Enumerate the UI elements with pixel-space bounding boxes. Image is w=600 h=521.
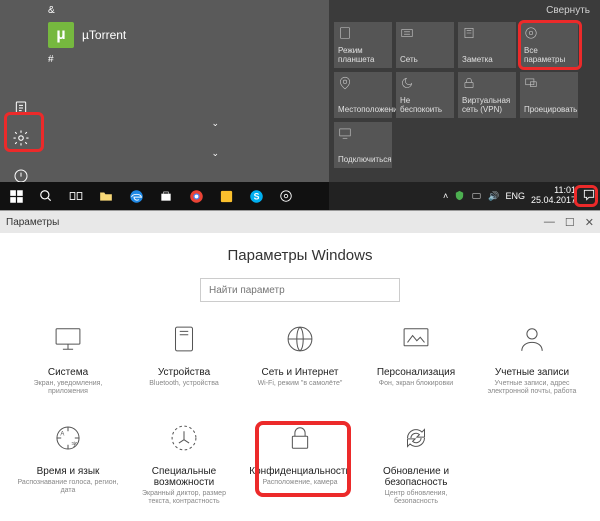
app-tile-utorrent[interactable]: µ µTorrent: [48, 22, 126, 48]
highlight-box: [255, 421, 351, 497]
store-icon[interactable]: [152, 183, 180, 209]
close-button[interactable]: ✕: [585, 216, 594, 229]
search-input[interactable]: [200, 278, 400, 302]
tile-vpn[interactable]: Виртуальная сеть (VPN): [458, 72, 516, 118]
tray-volume-icon[interactable]: 🔊: [488, 191, 499, 202]
category-network[interactable]: Сеть и Интернет Wi-Fi, режим "в самолёте…: [246, 316, 354, 403]
edge-icon[interactable]: [122, 183, 150, 209]
minimize-button[interactable]: —: [544, 216, 555, 229]
category-time-language[interactable]: A字 Время и язык Распознавание голоса, ре…: [14, 415, 122, 513]
start-button[interactable]: [2, 183, 30, 209]
app-icon[interactable]: [212, 183, 240, 209]
tray-network-icon[interactable]: [471, 190, 482, 203]
tray-lang[interactable]: ENG: [505, 191, 525, 201]
taskbar: S: [0, 182, 329, 210]
maximize-button[interactable]: ☐: [565, 216, 575, 229]
page-title: Параметры Windows: [0, 247, 600, 264]
group-header: #: [48, 54, 126, 65]
taskview-icon[interactable]: [62, 183, 90, 209]
svg-text:S: S: [253, 191, 259, 201]
tile-location[interactable]: Местоположение: [334, 72, 392, 118]
highlight-box: [518, 20, 582, 70]
collapse-link[interactable]: Свернуть: [546, 5, 590, 16]
tile-connect[interactable]: Подключиться: [334, 122, 392, 168]
tile-tablet-mode[interactable]: Режим планшета: [334, 22, 392, 68]
tray-defender-icon[interactable]: [454, 190, 465, 203]
chevron-down-icon[interactable]: ⌄: [211, 118, 219, 129]
highlight-box: [574, 185, 598, 207]
tile-quiet-hours[interactable]: Не беспокоить: [396, 72, 454, 118]
category-system[interactable]: Система Экран, уведомления, приложения: [14, 316, 122, 403]
group-header: &: [48, 5, 126, 16]
start-rail: [0, 0, 42, 210]
tray-clock[interactable]: 11:01 25.04.2017: [531, 186, 576, 206]
tile-network[interactable]: Сеть: [396, 22, 454, 68]
category-personalization[interactable]: Персонализация Фон, экран блокировки: [362, 316, 470, 403]
highlight-box: [4, 112, 44, 152]
chevron-down-icon[interactable]: ⌄: [211, 148, 219, 159]
tray-chevron-icon[interactable]: ˄: [443, 191, 448, 201]
svg-text:A: A: [60, 431, 64, 437]
titlebar: Параметры — ☐ ✕: [0, 211, 600, 233]
settings-window: Параметры — ☐ ✕ Параметры Windows Систем…: [0, 210, 600, 521]
action-center: Свернуть Режим планшета Сеть Заметка Все…: [329, 0, 600, 210]
category-accounts[interactable]: Учетные записи Учетные записи, адрес эле…: [478, 316, 586, 403]
svg-text:字: 字: [71, 440, 77, 448]
system-tray: ˄ 🔊 ENG 11:01 25.04.2017: [329, 182, 600, 210]
skype-icon[interactable]: S: [242, 183, 270, 209]
tile-note[interactable]: Заметка: [458, 22, 516, 68]
tile-project[interactable]: Проецировать: [520, 72, 578, 118]
utorrent-icon: µ: [48, 22, 74, 48]
window-title: Параметры: [6, 217, 59, 228]
file-explorer-icon[interactable]: [92, 183, 120, 209]
search-icon[interactable]: [32, 183, 60, 209]
start-menu: & µ µTorrent # ⌄ ⌄: [0, 0, 329, 210]
category-update-security[interactable]: Обновление и безопасность Центр обновлен…: [362, 415, 470, 513]
settings-taskbar-icon[interactable]: [272, 183, 300, 209]
category-devices[interactable]: Устройства Bluetooth, устройства: [130, 316, 238, 403]
chrome-icon[interactable]: [182, 183, 210, 209]
category-ease-of-access[interactable]: Специальные возможности Экранный диктор,…: [130, 415, 238, 513]
